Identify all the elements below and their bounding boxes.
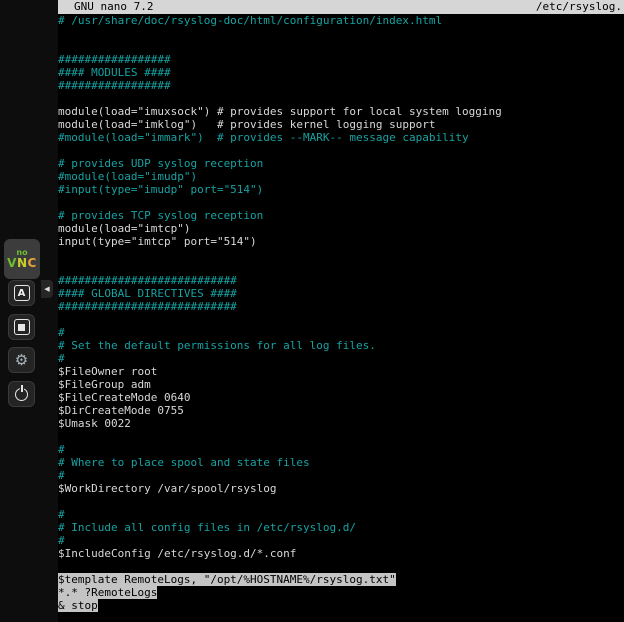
terminal-line: # Include all config files in /etc/rsysl… — [58, 521, 624, 534]
nano-version: GNU nano 7.2 — [74, 0, 153, 14]
nano-editor[interactable]: GNU nano 7.2 /etc/rsyslog. # /usr/share/… — [58, 0, 624, 622]
terminal-line: module(load="imtcp") — [58, 222, 624, 235]
terminal-line: & stop — [58, 599, 624, 612]
gear-icon: ⚙ — [15, 353, 28, 368]
terminal-line — [58, 261, 624, 274]
terminal-line: $FileCreateMode 0640 — [58, 391, 624, 404]
terminal-line: module(load="imklog") # provides kernel … — [58, 118, 624, 131]
terminal-line — [58, 196, 624, 209]
power-button[interactable] — [8, 381, 35, 407]
terminal-line: # — [58, 443, 624, 456]
toolbar-collapse-handle[interactable]: ◀ — [41, 280, 53, 298]
terminal-line — [58, 560, 624, 573]
terminal-line: #input(type="imudp" port="514") — [58, 183, 624, 196]
terminal-line: # Where to place spool and state files — [58, 456, 624, 469]
power-icon-line — [21, 385, 23, 392]
terminal-line — [58, 144, 624, 157]
terminal-line — [58, 40, 624, 53]
selected-text: & stop — [58, 599, 98, 612]
terminal-line: # — [58, 326, 624, 339]
terminal-line: # provides UDP syslog reception — [58, 157, 624, 170]
vnc-toolbar: no VNC ◀ A ⚙ — [0, 0, 58, 622]
terminal-line: $template RemoteLogs, "/opt/%HOSTNAME%/r… — [58, 573, 624, 586]
terminal-lines[interactable]: # /usr/share/doc/rsyslog-doc/html/config… — [58, 14, 624, 622]
file-path: /etc/rsyslog. — [536, 0, 622, 14]
terminal-line: # Set the default permissions for all lo… — [58, 339, 624, 352]
terminal-line: ########################### — [58, 300, 624, 313]
novnc-logo-text: VNC — [7, 257, 37, 270]
terminal-line: #module(load="imudp") — [58, 170, 624, 183]
terminal-line — [58, 495, 624, 508]
terminal-line: # — [58, 508, 624, 521]
settings-button[interactable]: ⚙ — [8, 347, 35, 373]
terminal-line — [58, 27, 624, 40]
keyboard-icon-letter: A — [18, 288, 26, 299]
terminal-line: ################# — [58, 53, 624, 66]
fullscreen-icon-inner-square — [18, 324, 25, 331]
fullscreen-icon — [14, 319, 30, 335]
keyboard-button[interactable]: A — [8, 280, 35, 306]
terminal-line: $Umask 0022 — [58, 417, 624, 430]
fullscreen-button[interactable] — [8, 314, 35, 340]
terminal-line: # provides TCP syslog reception — [58, 209, 624, 222]
terminal-line: *.* ?RemoteLogs — [58, 586, 624, 599]
terminal-line: $IncludeConfig /etc/rsyslog.d/*.conf — [58, 547, 624, 560]
terminal-line: #### MODULES #### — [58, 66, 624, 79]
chevron-left-icon: ◀ — [44, 285, 49, 293]
terminal-line: #module(load="immark") # provides --MARK… — [58, 131, 624, 144]
selected-text: *.* ?RemoteLogs — [58, 586, 157, 599]
novnc-logo: no VNC — [4, 239, 40, 279]
terminal-line — [58, 248, 624, 261]
terminal-line: #### GLOBAL DIRECTIVES #### — [58, 287, 624, 300]
selected-text: $template RemoteLogs, "/opt/%HOSTNAME%/r… — [58, 573, 396, 586]
terminal-line: ################# — [58, 79, 624, 92]
terminal-line: # — [58, 352, 624, 365]
nano-titlebar: GNU nano 7.2 /etc/rsyslog. — [58, 0, 624, 14]
keyboard-icon: A — [14, 285, 30, 301]
terminal-line: # — [58, 534, 624, 547]
terminal-line: # /usr/share/doc/rsyslog-doc/html/config… — [58, 14, 624, 27]
terminal-line: ########################### — [58, 274, 624, 287]
terminal-line: # — [58, 469, 624, 482]
terminal-line: module(load="imuxsock") # provides suppo… — [58, 105, 624, 118]
terminal-line — [58, 430, 624, 443]
power-icon — [15, 388, 28, 401]
terminal-line: input(type="imtcp" port="514") — [58, 235, 624, 248]
terminal-line: $FileGroup adm — [58, 378, 624, 391]
terminal-line: $FileOwner root — [58, 365, 624, 378]
terminal-line: $DirCreateMode 0755 — [58, 404, 624, 417]
terminal-line — [58, 313, 624, 326]
terminal-line: $WorkDirectory /var/spool/rsyslog — [58, 482, 624, 495]
terminal-line — [58, 92, 624, 105]
